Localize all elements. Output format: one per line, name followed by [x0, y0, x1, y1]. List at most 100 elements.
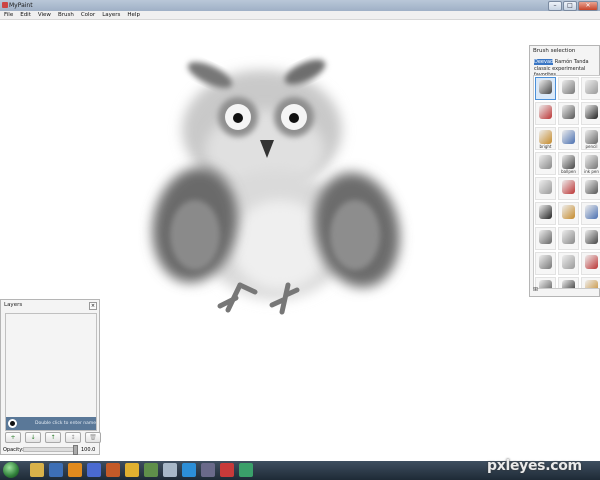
taskbar-icons — [30, 463, 253, 477]
brush-preview-icon — [585, 205, 598, 219]
brush-item[interactable] — [558, 102, 579, 125]
opacity-slider[interactable] — [23, 445, 78, 455]
brush-preview-icon — [562, 130, 575, 144]
brush-panel-footer-icon[interactable]: ⊞ — [533, 286, 538, 293]
layers-list: Double click to enter name — [5, 313, 97, 431]
brush-item[interactable]: bright — [535, 127, 556, 150]
start-orb-icon[interactable] — [3, 462, 19, 478]
layers-panel: Layers × Double click to enter name + ↓ … — [0, 299, 101, 455]
opacity-label: Opacity: — [3, 446, 24, 453]
brush-preview-icon — [585, 180, 598, 194]
layer-name[interactable]: Double click to enter name — [35, 421, 96, 426]
brush-preview-icon — [539, 105, 552, 119]
brush-group-experimental[interactable]: experimental — [552, 66, 585, 72]
brush-preview-icon — [539, 155, 552, 169]
brush-preview-icon — [585, 230, 598, 244]
brush-item[interactable] — [558, 252, 579, 275]
app-icon[interactable] — [144, 463, 158, 477]
brush-item[interactable] — [581, 177, 600, 200]
menu-bar: File Edit View Brush Color Layers Help — [0, 11, 600, 20]
chrome-icon[interactable] — [125, 463, 139, 477]
brush-item[interactable]: pencil — [581, 127, 600, 150]
move-layer-down-button[interactable]: ↓ — [25, 432, 41, 443]
layer-row[interactable]: Double click to enter name — [6, 417, 96, 430]
vlc-icon[interactable] — [68, 463, 82, 477]
mypaint-taskbar-icon[interactable] — [163, 463, 177, 477]
brush-preview-icon — [585, 130, 598, 144]
brush-item[interactable] — [558, 277, 579, 288]
brush-item[interactable] — [581, 252, 600, 275]
brush-item[interactable]: blending — [581, 277, 600, 288]
browser-icon[interactable] — [87, 463, 101, 477]
layer-buttons: + ↓ ↑ ↕ 🗑 — [5, 432, 101, 443]
brush-preview-icon — [539, 80, 552, 94]
merge-layer-button[interactable]: ↕ — [65, 432, 81, 443]
brush-preview-icon — [585, 280, 598, 288]
menu-file[interactable]: File — [4, 11, 13, 19]
firefox-icon[interactable] — [106, 463, 120, 477]
paint-icon[interactable] — [220, 463, 234, 477]
brush-item[interactable] — [535, 252, 556, 275]
opacity-slider-handle[interactable] — [73, 445, 78, 455]
brush-item[interactable] — [535, 177, 556, 200]
brush-preview-icon — [585, 255, 598, 269]
opacity-value: 100.0 — [81, 446, 96, 453]
minimize-button[interactable]: – — [548, 1, 562, 11]
menu-edit[interactable]: Edit — [20, 11, 31, 19]
brush-preview-icon — [539, 180, 552, 194]
title-bar: MyPaint – □ ✕ — [0, 0, 600, 11]
opacity-control: Opacity: 100.0 — [3, 445, 99, 455]
brush-preview-icon — [539, 280, 552, 288]
delete-layer-button[interactable]: 🗑 — [85, 432, 101, 443]
skype-icon[interactable] — [182, 463, 196, 477]
brush-preview-icon — [562, 205, 575, 219]
brush-panel-title: Brush selection — [533, 48, 576, 54]
brush-item[interactable]: ballpen — [558, 152, 579, 175]
menu-help[interactable]: Help — [127, 11, 140, 19]
brush-item[interactable] — [535, 77, 556, 100]
menu-view[interactable]: View — [38, 11, 51, 19]
brush-group-tanda[interactable]: Tanda — [574, 59, 589, 65]
brush-item[interactable]: ink pen — [581, 152, 600, 175]
eye-icon[interactable] — [8, 419, 17, 428]
brush-preview-icon — [562, 80, 575, 94]
brush-item[interactable] — [558, 77, 579, 100]
brush-group-deevad[interactable]: Deevad — [534, 59, 554, 65]
menu-layers[interactable]: Layers — [102, 11, 120, 19]
media-icon[interactable] — [49, 463, 63, 477]
brush-item[interactable] — [535, 277, 556, 288]
brush-preview-icon — [585, 80, 598, 94]
brush-item[interactable] — [581, 102, 600, 125]
mypaint-app-icon — [2, 2, 8, 8]
maximize-button[interactable]: □ — [563, 1, 577, 11]
brush-group-classic[interactable]: classic — [534, 66, 551, 72]
brush-item[interactable] — [581, 77, 600, 100]
close-button[interactable]: ✕ — [578, 1, 598, 11]
window-title: MyPaint — [9, 2, 33, 9]
brush-group-ramon[interactable]: Ramón — [555, 59, 573, 65]
brush-preview-icon — [539, 230, 552, 244]
brush-item[interactable] — [581, 202, 600, 225]
folder-icon[interactable] — [30, 463, 44, 477]
close-icon[interactable]: × — [89, 302, 97, 310]
brush-item[interactable] — [581, 227, 600, 250]
brush-item[interactable] — [535, 227, 556, 250]
brush-item[interactable] — [535, 202, 556, 225]
app2-icon[interactable] — [201, 463, 215, 477]
brush-preview-icon — [539, 130, 552, 144]
brush-item[interactable] — [558, 127, 579, 150]
brush-item[interactable] — [535, 102, 556, 125]
brush-item[interactable] — [558, 202, 579, 225]
brush-preview-icon — [539, 255, 552, 269]
menu-color[interactable]: Color — [81, 11, 95, 19]
brush-item[interactable] — [558, 177, 579, 200]
menu-brush[interactable]: Brush — [58, 11, 74, 19]
brush-item[interactable] — [558, 227, 579, 250]
add-layer-button[interactable]: + — [5, 432, 21, 443]
brush-label: ballpen — [561, 169, 576, 174]
brush-item[interactable] — [535, 152, 556, 175]
music-icon[interactable] — [239, 463, 253, 477]
brush-preview-icon — [562, 280, 575, 288]
watermark: pxleyes.com — [487, 458, 582, 474]
move-layer-up-button[interactable]: ↑ — [45, 432, 61, 443]
